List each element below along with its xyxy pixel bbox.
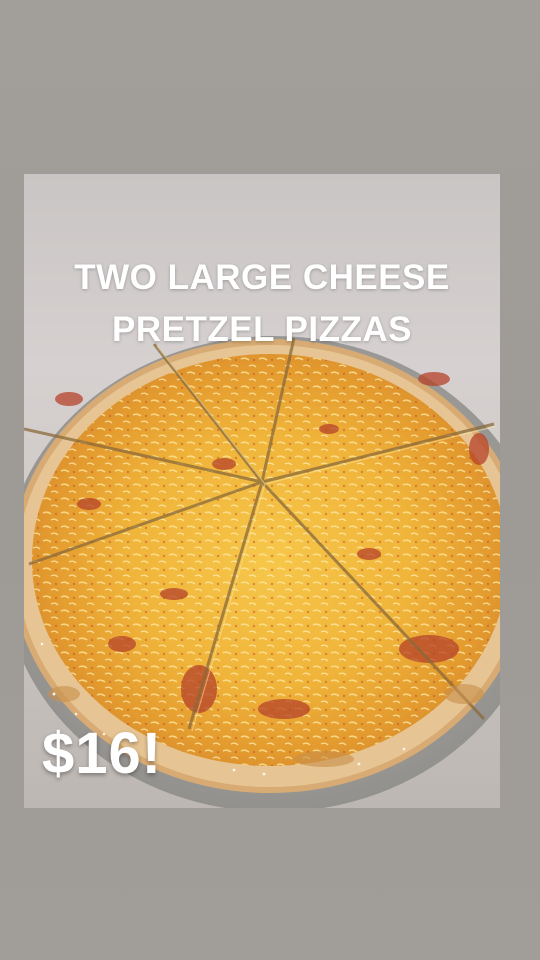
headline: TWO LARGE CHEESE PRETZEL PIZZAS xyxy=(24,252,500,356)
pizza-photo: TWO LARGE CHEESE PRETZEL PIZZAS $16! xyxy=(24,174,500,808)
headline-line-2: PRETZEL PIZZAS xyxy=(112,310,412,349)
headline-line-1: TWO LARGE CHEESE xyxy=(74,258,450,297)
price-label: $16! xyxy=(42,721,163,786)
story-frame: TWO LARGE CHEESE PRETZEL PIZZAS $16! xyxy=(0,0,540,960)
